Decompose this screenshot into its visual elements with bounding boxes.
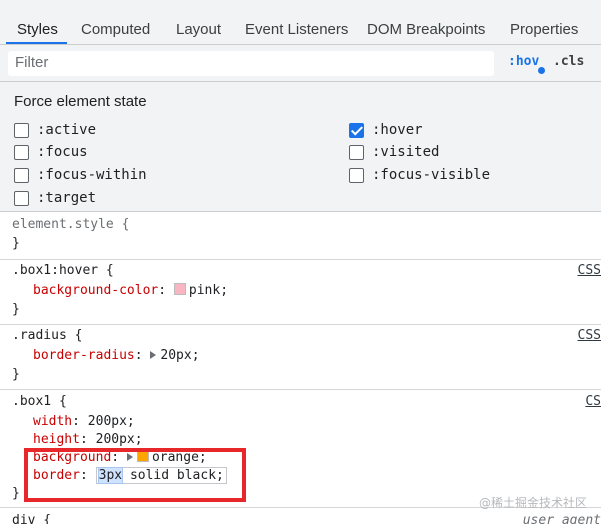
state-label: :focus-visible bbox=[372, 167, 491, 183]
tab-dom-breakpoints[interactable]: DOM Breakpoints bbox=[367, 20, 485, 44]
declaration-border-radius[interactable]: border-radius: 20px; bbox=[33, 347, 200, 365]
hov-active-dot-icon bbox=[538, 67, 545, 74]
rule-source-link[interactable]: CSS bbox=[578, 327, 601, 345]
filter-toolbar: Filter :hov .cls bbox=[0, 45, 601, 82]
watermark: @稀土掘金技术社区 bbox=[478, 496, 587, 510]
state-focus-checkbox[interactable]: :focus bbox=[14, 142, 88, 162]
annotation-highlight-box bbox=[24, 448, 246, 502]
state-label: :focus-within bbox=[37, 167, 147, 183]
checkbox-icon[interactable] bbox=[349, 167, 364, 183]
state-target-checkbox[interactable]: :target bbox=[14, 188, 96, 208]
declaration-background-color[interactable]: background-color: pink; bbox=[33, 282, 228, 300]
rule-close-brace: } bbox=[12, 367, 20, 382]
rule-close-brace: } bbox=[12, 302, 20, 317]
state-active-checkbox[interactable]: :active bbox=[14, 120, 96, 140]
property-value[interactable]: 20px; bbox=[160, 348, 199, 363]
state-visited-checkbox[interactable]: :visited bbox=[349, 142, 439, 162]
cls-toggle-button[interactable]: .cls bbox=[553, 54, 584, 69]
state-label: :focus bbox=[37, 144, 88, 160]
rule-close-brace: } bbox=[12, 486, 20, 501]
tab-event-listeners[interactable]: Event Listeners bbox=[245, 20, 348, 44]
styles-panel-tabbar: Styles Computed Layout Event Listeners D… bbox=[0, 0, 601, 45]
rule-source-link[interactable]: CS bbox=[585, 393, 601, 411]
state-label: :hover bbox=[372, 122, 423, 138]
rule-close-brace: } bbox=[12, 236, 20, 251]
color-swatch-icon[interactable] bbox=[173, 283, 186, 295]
state-focus-within-checkbox[interactable]: :focus-within bbox=[14, 165, 147, 185]
checkbox-checked-icon[interactable] bbox=[349, 122, 364, 138]
state-label: :active bbox=[37, 122, 97, 138]
tab-properties[interactable]: Properties bbox=[510, 20, 578, 44]
rule-selector[interactable]: element.style { bbox=[12, 216, 129, 234]
checkbox-icon[interactable] bbox=[14, 122, 29, 138]
state-label: :visited bbox=[372, 144, 440, 160]
property-name[interactable]: height bbox=[33, 432, 80, 447]
rule-element-style: element.style { } bbox=[0, 212, 601, 260]
property-name[interactable]: width bbox=[33, 414, 72, 429]
checkbox-icon[interactable] bbox=[349, 144, 364, 160]
checkbox-icon[interactable] bbox=[14, 144, 29, 160]
rule-selector[interactable]: .box1:hover { bbox=[12, 262, 114, 280]
declaration-width[interactable]: width: 200px; bbox=[33, 413, 135, 431]
active-tab-indicator bbox=[6, 42, 67, 44]
checkbox-icon[interactable] bbox=[14, 190, 29, 206]
checkbox-icon[interactable] bbox=[14, 167, 29, 183]
declaration-height[interactable]: height: 200px; bbox=[33, 431, 143, 449]
rule-radius: .radius { CSS border-radius: 20px; } bbox=[0, 325, 601, 390]
property-value[interactable]: pink; bbox=[189, 283, 228, 298]
rule-source-label: user agent bbox=[522, 513, 601, 524]
filter-input[interactable]: Filter bbox=[8, 51, 494, 76]
tab-layout[interactable]: Layout bbox=[176, 20, 221, 44]
rule-selector[interactable]: .box1 { bbox=[12, 393, 67, 411]
expand-triangle-icon[interactable] bbox=[150, 351, 157, 359]
rule-selector[interactable]: .radius { bbox=[12, 327, 82, 345]
rule-selector[interactable]: div { bbox=[12, 512, 51, 524]
state-focus-visible-checkbox[interactable]: :focus-visible bbox=[349, 165, 490, 185]
property-name[interactable]: background-color bbox=[33, 283, 158, 298]
property-value[interactable]: 200px; bbox=[96, 432, 143, 447]
rule-box1-hover: .box1:hover { CSS background-color: pink… bbox=[0, 260, 601, 325]
tab-computed[interactable]: Computed bbox=[81, 20, 150, 44]
force-element-state-panel: Force element state :active :hover :focu… bbox=[0, 82, 601, 212]
property-name[interactable]: border-radius bbox=[33, 348, 135, 363]
hov-toggle-button[interactable]: :hov bbox=[508, 54, 539, 69]
state-label: :target bbox=[37, 190, 97, 206]
rule-source-link[interactable]: CSS bbox=[578, 262, 601, 280]
property-value[interactable]: 200px; bbox=[88, 414, 135, 429]
force-state-title: Force element state bbox=[14, 93, 147, 110]
tab-styles[interactable]: Styles bbox=[17, 20, 58, 44]
state-hover-checkbox[interactable]: :hover bbox=[349, 120, 423, 140]
